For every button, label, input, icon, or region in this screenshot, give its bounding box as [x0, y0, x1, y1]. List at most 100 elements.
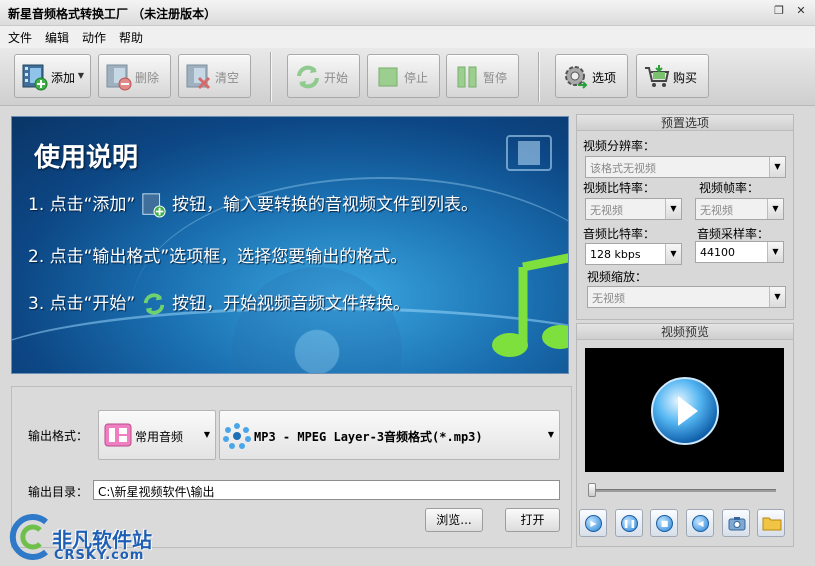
audio-bitrate-label: 音频比特率： [583, 227, 656, 241]
toolbar: 添加 ▼ 删除 清空 开始 停止 暂停 选项 购买 [0, 48, 815, 106]
output-dir-label: 输出目录： [28, 485, 89, 499]
chevron-down-icon: ▼ [769, 157, 785, 177]
music-note-icon [492, 253, 568, 357]
seek-track[interactable] [590, 489, 776, 492]
preview-pause-button[interactable]: ❚❚ [615, 509, 643, 537]
output-format-value: MP3 - MPEG Layer-3音频格式(*.mp3) [254, 430, 483, 444]
add-file-icon [22, 64, 48, 91]
film-icon [506, 135, 552, 171]
decor-wave [12, 307, 568, 373]
crsky-logo-icon [9, 514, 48, 560]
add-button-label: 添加 [51, 71, 76, 85]
preview-stop-button[interactable]: ■ [650, 509, 678, 537]
menu-action[interactable]: 动作 [74, 26, 111, 46]
preview-screen[interactable] [585, 348, 784, 472]
delete-button[interactable]: 删除 [98, 54, 171, 98]
video-zoom-value: 无视频 [592, 292, 625, 305]
video-zoom-select[interactable]: 无视频 ▼ [587, 286, 786, 308]
audio-samplerate-select[interactable]: 44100 ▼ [695, 241, 784, 263]
menu-edit[interactable]: 编辑 [37, 26, 74, 46]
video-resolution-label: 视频分辨率： [583, 139, 656, 153]
clear-list-icon [186, 64, 211, 90]
video-fps-value: 无视频 [700, 204, 733, 217]
folder-icon [762, 517, 782, 531]
menu-bar: 文件 编辑 动作 帮助 [0, 26, 815, 48]
volume-icon: ◀ [692, 515, 709, 532]
stop-icon: ■ [656, 515, 673, 532]
preview-play-button[interactable]: ▶ [579, 509, 607, 537]
video-zoom-label: 视频缩放： [587, 270, 648, 284]
play-icon: ▶ [585, 515, 602, 532]
add-file-icon [142, 193, 166, 218]
open-button[interactable]: 打开 [505, 508, 560, 532]
output-dir-input[interactable]: C:\新星视频软件\输出 [93, 480, 560, 500]
chevron-down-icon: ▼ [767, 199, 783, 219]
instructions-banner: 使用说明 1. 点击“添加” 按钮，输入要转换的音视频文件到列表。 2. 点击“… [11, 116, 569, 374]
pause-button-label: 暂停 [483, 71, 508, 85]
seek-handle[interactable] [588, 483, 596, 497]
chevron-down-icon: ▼ [769, 287, 785, 307]
step-3-text-b: 按钮，开始视频音频文件转换。 [172, 294, 411, 314]
options-button-label: 选项 [592, 71, 617, 85]
close-icon[interactable]: ✕ [792, 3, 810, 19]
toolbar-separator [538, 52, 539, 102]
restore-icon[interactable]: ❐ [770, 3, 788, 19]
step-3: 3. 点击“开始” 按钮，开始视频音频文件转换。 [28, 289, 410, 317]
audio-samplerate-value: 44100 [700, 246, 735, 259]
output-format-label: 输出格式： [28, 429, 89, 443]
delete-button-label: 删除 [135, 71, 160, 85]
buy-button[interactable]: 购买 [636, 54, 709, 98]
clear-button-label: 清空 [215, 71, 240, 85]
format-category-dropdown[interactable]: 常用音频 ▼ [98, 410, 216, 460]
clear-button[interactable]: 清空 [178, 54, 251, 98]
video-preview-title: 视频预览 [577, 324, 793, 340]
menu-file[interactable]: 文件 [0, 26, 37, 46]
step-1: 1. 点击“添加” 按钮，输入要转换的音视频文件到列表。 [28, 190, 478, 218]
toolbar-separator [270, 52, 271, 102]
pause-icon [457, 66, 477, 88]
delete-file-icon [106, 64, 132, 91]
refresh-arrows-icon [297, 65, 319, 89]
video-bitrate-label: 视频比特率： [583, 181, 656, 195]
step-1-text-a: 1. 点击“添加” [28, 195, 136, 215]
title-bar: 新星音频格式转换工厂 （未注册版本） ❐ ✕ [0, 0, 815, 26]
chevron-down-icon: ▼ [665, 244, 681, 264]
browse-button[interactable]: 浏览... [425, 508, 483, 532]
preview-snapshot-button[interactable] [722, 509, 750, 537]
video-fps-select[interactable]: 无视频 ▼ [695, 198, 784, 220]
chevron-down-icon: ▼ [665, 199, 681, 219]
watermark-logo: 非凡软件站 CRSKY.com [0, 508, 160, 566]
start-button[interactable]: 开始 [287, 54, 360, 98]
banner-heading: 使用说明 [34, 143, 139, 173]
step-2: 2. 点击“输出格式”选项框，选择您要输出的格式。 [28, 247, 408, 267]
chevron-down-icon: ▼ [767, 242, 783, 262]
start-button-label: 开始 [324, 71, 349, 85]
options-button[interactable]: 选项 [555, 54, 628, 98]
video-fps-label: 视频帧率： [699, 181, 760, 195]
format-category-value: 常用音频 [135, 430, 184, 444]
stop-button-label: 停止 [404, 71, 429, 85]
step-3-text-a: 3. 点击“开始” [28, 294, 136, 314]
menu-help[interactable]: 帮助 [111, 26, 148, 46]
preview-volume-button[interactable]: ◀ [686, 509, 714, 537]
video-resolution-select[interactable]: 该格式无视频 ▼ [585, 156, 786, 178]
chevron-down-icon: ▼ [77, 71, 84, 80]
play-icon[interactable] [650, 376, 720, 446]
step-1-text-b: 按钮，输入要转换的音视频文件到列表。 [172, 195, 479, 215]
audio-bitrate-select[interactable]: 128 kbps ▼ [585, 243, 682, 265]
add-button[interactable]: 添加 ▼ [14, 54, 91, 98]
video-bitrate-select[interactable]: 无视频 ▼ [585, 198, 682, 220]
video-resolution-value: 该格式无视频 [590, 162, 656, 175]
chevron-down-icon: ▼ [547, 430, 554, 439]
stop-button[interactable]: 停止 [367, 54, 440, 98]
camera-icon [728, 517, 746, 531]
audio-samplerate-label: 音频采样率： [697, 227, 770, 241]
chevron-down-icon: ▼ [203, 430, 210, 439]
shopping-cart-icon [645, 65, 670, 87]
video-bitrate-value: 无视频 [590, 204, 623, 217]
preview-open-folder-button[interactable] [757, 509, 785, 537]
output-format-dropdown[interactable]: MP3 - MPEG Layer-3音频格式(*.mp3) ▼ [219, 410, 560, 460]
buy-button-label: 购买 [673, 71, 698, 85]
pause-button[interactable]: 暂停 [446, 54, 519, 98]
preset-options-title: 预置选项 [577, 115, 793, 131]
